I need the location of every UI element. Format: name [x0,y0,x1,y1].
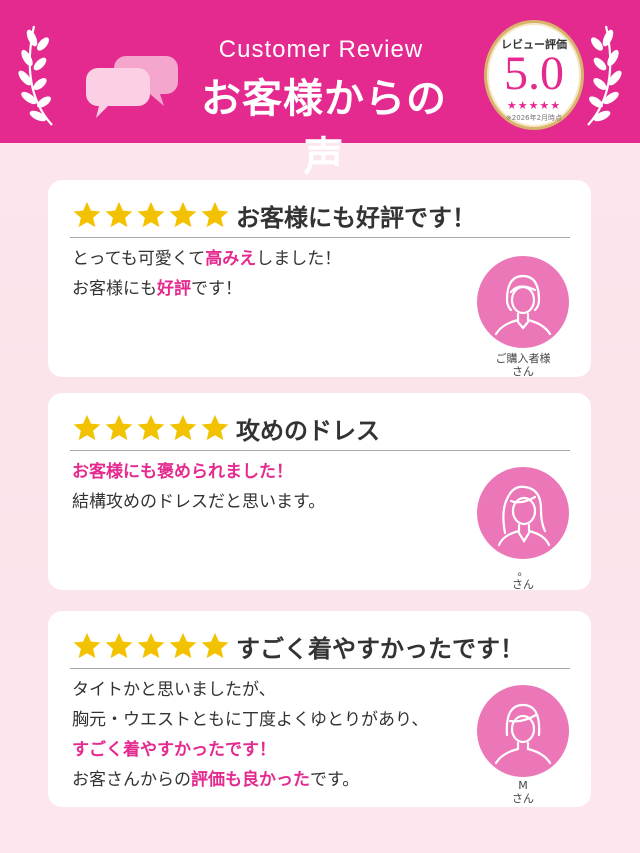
star-icon [73,632,101,659]
star-rating [72,200,230,232]
woman-avatar-icon [477,685,569,777]
woman-long-hair-avatar-icon [477,467,569,559]
highlight-text: 好評 [157,279,191,299]
star-icon [105,201,133,228]
highlight-text: お客様にも褒められました！ [72,462,293,482]
star-icon [73,414,101,441]
review-line: とっても可愛くて高みえしました！ [72,244,462,274]
review-line: 胸元・ウエストともに丁度よくゆとりがあり、 [72,705,462,735]
review-body: お客様にも褒められました！ 結構攻めのドレスだと思います。 [72,457,462,517]
star-icon [105,632,133,659]
reviewer-name: 。 さん [468,565,578,591]
review-header: すごく着やすかったです！ [70,627,570,669]
review-body: タイトかと思いましたが、胸元・ウエストともに丁度よくゆとりがあり、 すごく着やすか… [72,675,462,795]
highlight-text: 高みえ [205,249,257,269]
header-title-jp: お客様からの声 [201,76,447,180]
review-text: お客さんからの [72,770,191,790]
badge-note: ※2026年2月時点 [505,114,563,122]
header-title-en: Customer Review [218,36,424,63]
star-icon [169,632,197,659]
review-title: 攻めのドレス [236,417,380,445]
review-line: お客様にも好評です！ [72,274,462,304]
review-text: です。 [310,770,360,790]
review-header: お客様にも好評です！ [70,196,570,238]
woman-avatar-icon [477,256,569,348]
star-icon [169,201,197,228]
header-banner: Customer Review お客様からの声 レビュー評価 5.0 ★★★★★… [0,0,640,180]
star-icon [201,201,229,228]
review-title: すごく着やすかったです！ [236,635,524,663]
review-text: 結構攻めのドレスだと思います。 [72,492,326,512]
star-icon [137,632,165,659]
laurel-right-icon [587,25,622,126]
star-rating [72,413,230,445]
review-line: すごく着やすかったです！ [72,735,462,765]
star-icon [137,414,165,441]
review-title: お客様にも好評です！ [236,204,476,232]
review-text: 胸元・ウエストともに丁度よくゆとりがあり、 [72,710,429,730]
badge-stars: ★★★★★ [506,99,562,112]
star-icon [201,632,229,659]
reviewer-name: ご購入者様 さん [468,352,578,378]
badge-score: 5.0 [504,47,564,100]
review-text: です！ [191,279,242,299]
laurel-left-icon [18,25,53,126]
star-icon [105,414,133,441]
star-icon [73,201,101,228]
review-text: タイトかと思いましたが、 [72,680,276,700]
review-card: すごく着やすかったです！ タイトかと思いましたが、胸元・ウエストともに丁度よくゆ… [48,611,591,807]
highlight-text: 評価も良かった [191,770,310,790]
speech-bubbles-icon [86,56,178,118]
review-line: 結構攻めのドレスだと思います。 [72,487,462,517]
rating-badge: レビュー評価 5.0 ★★★★★ ※2026年2月時点 [484,20,584,130]
review-line: お客さんからの評価も良かったです。 [72,765,462,795]
review-card: お客様にも好評です！ とっても可愛くて高みえしました！ お客様にも好評です！ ご購… [48,180,591,378]
review-header: 攻めのドレス [70,409,570,451]
reviewer-suffix: さん [512,578,534,591]
review-text: とっても可愛くて [72,249,206,269]
highlight-text: すごく着やすかったです！ [72,740,276,760]
review-text: しました！ [256,249,342,269]
review-text: お客様にも [72,279,157,299]
reviewer-suffix: さん [512,365,534,378]
reviewer-name-text: ご購入者様 [495,352,551,365]
reviewer-name-text: 。 [517,565,529,578]
star-rating [72,631,230,663]
review-line: タイトかと思いましたが、 [72,675,462,705]
reviewer-suffix: さん [512,792,534,805]
star-icon [137,201,165,228]
review-card: 攻めのドレス お客様にも褒められました！ 結構攻めのドレスだと思います。 。 さん [48,393,591,591]
star-icon [169,414,197,441]
reviewer-name-text: M [518,779,528,792]
review-line: お客様にも褒められました！ [72,457,462,487]
review-body: とっても可愛くて高みえしました！ お客様にも好評です！ [72,244,462,304]
reviewer-name: M さん [468,779,578,805]
star-icon [201,414,229,441]
